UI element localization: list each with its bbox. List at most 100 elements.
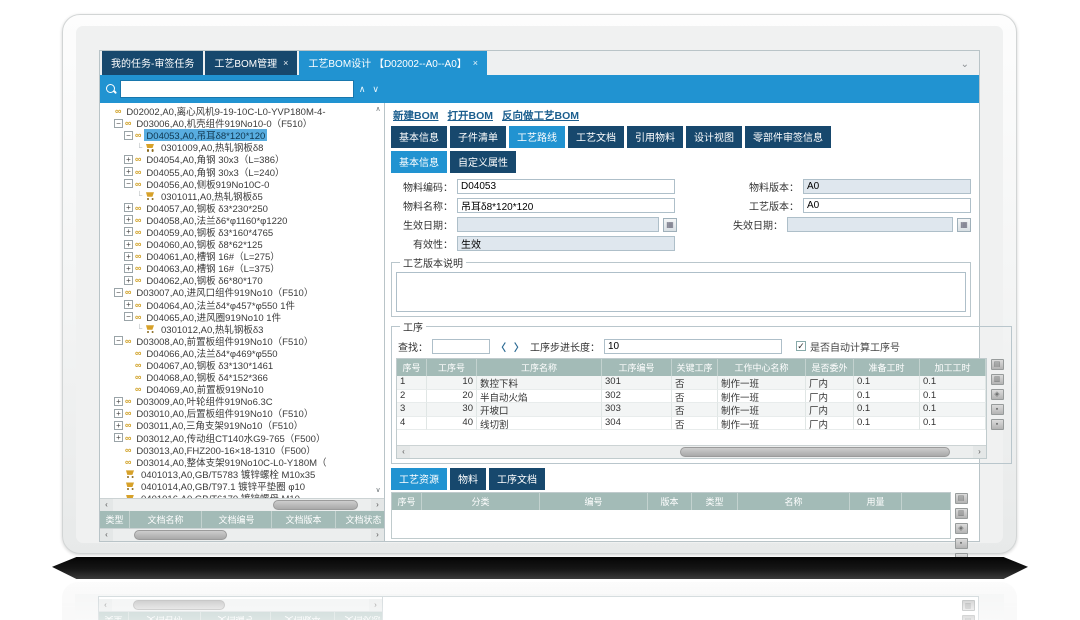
process-table-row[interactable]: 330开坡口303否制作一班厂内0.10.1 — [397, 403, 986, 417]
expand-icon[interactable]: + — [124, 203, 133, 212]
tree-scroll-up-icon[interactable]: ∧ — [373, 105, 383, 115]
collapse-icon[interactable]: − — [114, 336, 123, 345]
table-action-icon-2[interactable]: ▥ — [991, 374, 1004, 385]
process-header-col-8[interactable]: 准备工时 — [854, 359, 920, 376]
tree-node[interactable]: +∞D04054,A0,角钢 30x3（L=386） — [102, 153, 372, 165]
tree-node[interactable]: +∞D04063,A0,槽钢 16#（L=375） — [102, 262, 372, 274]
calendar-icon[interactable]: ▦ — [663, 218, 677, 232]
tree-node[interactable]: ∞D03014,A0,整体支架919No10C-L0-Y180M（ — [102, 456, 372, 468]
tree-node[interactable]: +∞D04060,A0,钢板 δ8*62*125 — [102, 238, 372, 250]
expand-icon[interactable]: + — [124, 215, 133, 224]
tree-node[interactable]: +∞D04055,A0,角钢 30x3（L=240） — [102, 165, 372, 177]
calendar-icon[interactable]: ▦ — [957, 218, 971, 232]
tree-node[interactable]: +∞D03009,A0,叶轮组件919No6.3C — [102, 395, 372, 407]
tree-hscrollbar[interactable]: ‹ › — [100, 498, 384, 511]
scroll-right-icon[interactable]: › — [371, 499, 384, 511]
process-header-col-6[interactable]: 工作中心名称 — [718, 359, 806, 376]
collapse-icon[interactable]: − — [114, 119, 123, 128]
tree-node[interactable]: +∞D04057,A0,钢板 δ3*230*250 — [102, 202, 372, 214]
scroll-left-icon[interactable]: ‹ — [100, 499, 113, 511]
tree-scroll-down-icon[interactable]: ∨ — [373, 486, 383, 496]
table-action-icon-3[interactable]: ◈ — [991, 389, 1004, 400]
expand-icon[interactable]: + — [124, 227, 133, 236]
find-input[interactable] — [432, 339, 490, 354]
process-version-note-area[interactable] — [396, 272, 966, 312]
close-icon[interactable]: × — [283, 58, 288, 68]
tree-node[interactable]: +∞D04062,A0,钢板 δ6*80*170 — [102, 274, 372, 286]
detail-tab-1[interactable]: 基本信息 — [391, 126, 447, 148]
process-header-col-1[interactable]: 序号 — [397, 359, 427, 376]
find-prev-icon[interactable]: 〈 — [494, 339, 508, 354]
tree-node[interactable]: −∞D04056,A0,侧板919No10C-0 — [102, 178, 372, 190]
step-length-input[interactable] — [604, 339, 782, 354]
effective-date-field[interactable] — [457, 217, 659, 232]
window-tab-3[interactable]: 工艺BOM设计 【D02002--A0--A0】× — [299, 51, 487, 75]
detail-tab-6[interactable]: 设计视图 — [686, 126, 742, 148]
expand-icon[interactable]: + — [114, 433, 123, 442]
expand-icon[interactable]: + — [124, 300, 133, 309]
expand-icon[interactable]: + — [124, 276, 133, 285]
tree-node[interactable]: ∞D02002,A0,离心风机9-19-10C-L0-YVP180M-4- — [102, 105, 372, 117]
tree-node[interactable]: +∞D03012,A0,传动组CT140水G9-765（F500） — [102, 432, 372, 444]
resource-header-col-6[interactable]: 名称 — [738, 493, 850, 510]
tree-node[interactable]: −∞D04053,A0,吊耳δ8*120*120 — [102, 129, 372, 141]
material-name-field[interactable] — [457, 198, 675, 213]
process-hscrollbar[interactable]: ‹ › — [397, 445, 986, 458]
resource-tab-1[interactable]: 工艺资源 — [391, 468, 447, 490]
collapse-icon[interactable]: − — [114, 288, 123, 297]
tree-node[interactable]: ∞D03013,A0,FHZ200-16×18-1310（F500） — [102, 444, 372, 456]
table-action-icon-2[interactable]: ▥ — [955, 508, 968, 519]
process-header-col-7[interactable]: 是否委外 — [806, 359, 854, 376]
tree-node[interactable]: −∞D03008,A0,前置板组件919No10（F510） — [102, 335, 372, 347]
resource-header-col-5[interactable]: 类型 — [692, 493, 738, 510]
detail-tab-2[interactable]: 子件清单 — [450, 126, 506, 148]
process-table-row[interactable]: 440线切割304否制作一班厂内0.10.1 — [397, 417, 986, 431]
tree-node[interactable]: +∞D04061,A0,槽钢 16#（L=275） — [102, 250, 372, 262]
bom-link-2[interactable]: 打开BOM — [448, 108, 494, 123]
doc-header-col-5[interactable]: 文档状态 — [336, 511, 384, 528]
table-action-icon-4[interactable]: ▪ — [991, 404, 1004, 415]
search-input[interactable] — [120, 80, 354, 98]
resource-header-col-2[interactable]: 分类 — [422, 493, 540, 510]
scroll-right-icon[interactable]: › — [371, 529, 384, 541]
scroll-left-icon[interactable]: ‹ — [100, 529, 113, 541]
resource-header-col-1[interactable]: 序号 — [392, 493, 422, 510]
close-icon[interactable]: × — [473, 58, 478, 68]
process-header-col-3[interactable]: 工序名称 — [477, 359, 602, 376]
tree-node[interactable]: ∞D04067,A0,钢板 δ3*130*1461 — [102, 359, 372, 371]
resource-header-col-7[interactable]: 用量 — [850, 493, 902, 510]
expand-icon[interactable]: + — [124, 240, 133, 249]
detail-tab-5[interactable]: 引用物料 — [627, 126, 683, 148]
table-action-icon-3[interactable]: ◈ — [955, 523, 968, 534]
process-header-col-2[interactable]: 工序号 — [427, 359, 477, 376]
collapse-icon[interactable]: − — [124, 131, 133, 140]
info-sub-tab-2[interactable]: 自定义属性 — [450, 151, 516, 173]
process-header-col-5[interactable]: 关键工序 — [672, 359, 718, 376]
resource-header-col-3[interactable]: 编号 — [540, 493, 648, 510]
table-action-icon-1[interactable]: ▤ — [991, 359, 1004, 370]
auto-calc-checkbox[interactable]: ✓ — [796, 341, 806, 351]
tree-node[interactable]: +∞D03011,A0,三角支架919No10（F510） — [102, 419, 372, 431]
info-sub-tab-1[interactable]: 基本信息 — [391, 151, 447, 173]
process-header-col-4[interactable]: 工序编号 — [602, 359, 672, 376]
scroll-track[interactable] — [113, 529, 371, 541]
expire-date-field[interactable] — [787, 217, 953, 232]
resource-tab-3[interactable]: 工序文档 — [489, 468, 545, 490]
resource-header-col-4[interactable]: 版本 — [648, 493, 692, 510]
window-tab-1[interactable]: 我的任务-审签任务 — [102, 51, 203, 75]
tree-node[interactable]: └0301009,A0,热轧钢板δ8 — [102, 141, 372, 153]
search-next-icon[interactable]: ∨ — [370, 85, 381, 94]
tree-node[interactable]: 0401013,A0,GB/T5783 镀锌螺栓 M10x35 — [102, 468, 372, 480]
expand-icon[interactable]: + — [124, 264, 133, 273]
detail-tab-3[interactable]: 工艺路线 — [509, 126, 565, 148]
expand-icon[interactable]: + — [114, 409, 123, 418]
doc-header-col-3[interactable]: 文档编号 — [202, 511, 272, 528]
tree-node[interactable]: └0301011,A0,热轧钢板δ5 — [102, 190, 372, 202]
tree-node[interactable]: 0401016,A0,GB/T6170 镀锌螺母 M10 — [102, 492, 372, 498]
process-version-field[interactable] — [803, 198, 971, 213]
tree-node[interactable]: −∞D03007,A0,进风口组件919No10（F510） — [102, 286, 372, 298]
table-action-icon-4[interactable]: ▪ — [955, 538, 968, 549]
doc-header-col-1[interactable]: 类型 — [100, 511, 130, 528]
tree-node[interactable]: −∞D04065,A0,进风圈919No10 1件 — [102, 311, 372, 323]
validity-field[interactable] — [457, 236, 675, 251]
